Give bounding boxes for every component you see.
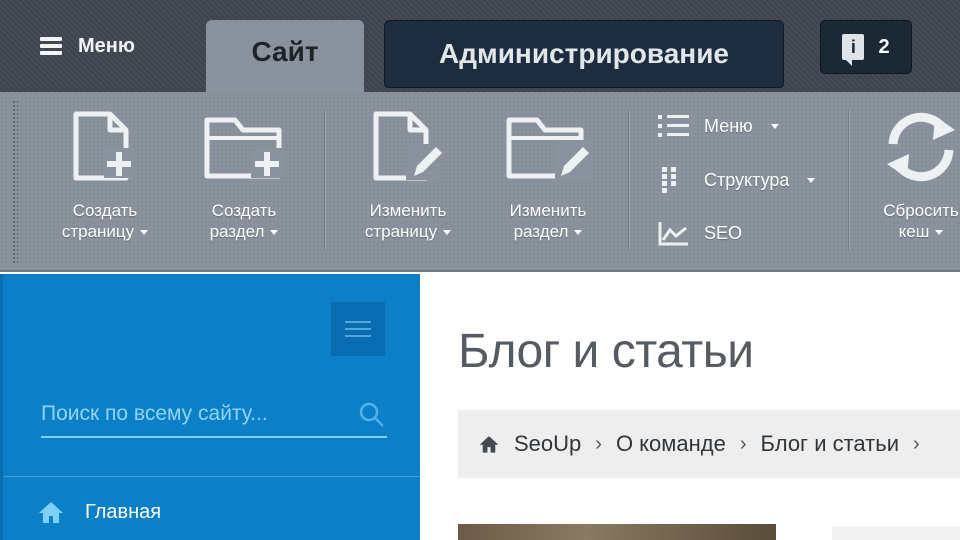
chevron-right-icon: › — [595, 432, 602, 455]
breadcrumb-item[interactable]: Блог и статьи — [761, 431, 899, 457]
hamburger-icon-line — [345, 335, 371, 337]
reset-cache-label-2: кеш — [898, 222, 930, 241]
structure-dropdown[interactable]: Структура — [658, 165, 816, 195]
tab-administration[interactable]: Администрирование — [384, 20, 784, 88]
sidebar-toggle-button[interactable] — [331, 302, 385, 356]
hamburger-icon — [345, 321, 371, 323]
admin-topbar: Меню Сайт Администрирование i 2 — [0, 0, 960, 92]
edit-folder-icon — [506, 117, 591, 180]
caret-down-icon — [935, 230, 944, 236]
create-section-label-2: раздел — [209, 222, 265, 241]
notifications-button[interactable]: i 2 — [820, 20, 912, 74]
structure-icon — [662, 167, 676, 193]
create-page-button[interactable]: Создать страницу — [37, 102, 173, 262]
site-search-input[interactable] — [41, 394, 351, 434]
edit-section-label-1: Изменить — [509, 201, 587, 220]
reset-cache-button[interactable]: Сбросить кеш — [856, 102, 960, 262]
list-icon — [658, 115, 689, 137]
toolbar-drag-handle[interactable] — [12, 100, 18, 265]
notifications-count: 2 — [878, 35, 890, 58]
edit-section-button[interactable]: Изменить раздел — [480, 102, 616, 262]
seo-button[interactable]: SEO — [658, 218, 742, 248]
create-section-button[interactable]: Создать раздел — [176, 102, 312, 262]
edit-page-icon — [373, 111, 442, 181]
page-title: Блог и статьи — [458, 325, 754, 378]
breadcrumb-item[interactable]: SeoUp — [514, 431, 581, 457]
toolbar-separator — [324, 110, 325, 250]
article-card[interactable] — [832, 526, 960, 540]
page-content: Блог и статьи SeoUp › О команде › Блог и… — [420, 274, 960, 540]
hamburger-icon-line — [345, 328, 371, 330]
create-page-label-2: страницу — [61, 222, 135, 241]
site-sidebar: Главная — [0, 274, 423, 540]
info-icon: i — [842, 34, 865, 66]
new-folder-icon — [204, 117, 283, 179]
tab-site[interactable]: Сайт — [206, 20, 364, 92]
seo-chart-icon — [658, 222, 688, 246]
sidebar-divider — [3, 476, 423, 477]
structure-dropdown-label: Структура — [704, 169, 790, 190]
menu-dropdown[interactable]: Меню — [658, 111, 779, 141]
sidebar-search — [41, 394, 387, 438]
breadcrumb: SeoUp › О команде › Блог и статьи › — [458, 410, 960, 478]
sidebar-item-home[interactable]: Главная — [37, 500, 161, 524]
hamburger-icon — [40, 37, 62, 55]
caret-down-icon — [140, 230, 149, 236]
edit-section-label-2: раздел — [513, 222, 569, 241]
home-icon[interactable] — [478, 434, 500, 454]
edit-page-label-1: Изменить — [369, 201, 447, 220]
refresh-icon — [887, 112, 955, 182]
toolbar-separator — [848, 110, 849, 250]
menu-dropdown-label: Меню — [704, 115, 753, 136]
chevron-right-icon: › — [739, 432, 747, 455]
toolbar-separator — [628, 110, 629, 250]
create-section-label-1: Создать — [211, 201, 277, 220]
main-menu-label: Меню — [78, 34, 135, 57]
caret-down-icon — [574, 230, 583, 236]
sidebar-item-home-label: Главная — [85, 500, 162, 523]
home-icon — [39, 502, 63, 523]
main-menu-button[interactable]: Меню — [40, 30, 135, 62]
edit-page-label-2: страницу — [364, 222, 438, 241]
reset-cache-label-1: Сбросить — [883, 201, 959, 220]
caret-down-icon — [807, 177, 816, 183]
create-page-label-1: Создать — [72, 201, 138, 220]
chevron-right-icon: › — [913, 432, 920, 455]
breadcrumb-item[interactable]: О команде — [616, 431, 726, 457]
seo-button-label: SEO — [704, 222, 743, 243]
article-thumbnail[interactable] — [458, 524, 776, 540]
caret-down-icon — [770, 123, 779, 129]
new-page-icon — [73, 111, 134, 181]
edit-page-button[interactable]: Изменить страницу — [340, 102, 476, 262]
search-icon[interactable] — [359, 402, 385, 428]
site-toolbar: Создать страницу Создать раздел Изменить… — [0, 92, 960, 272]
caret-down-icon — [443, 230, 452, 236]
caret-down-icon — [270, 230, 279, 236]
